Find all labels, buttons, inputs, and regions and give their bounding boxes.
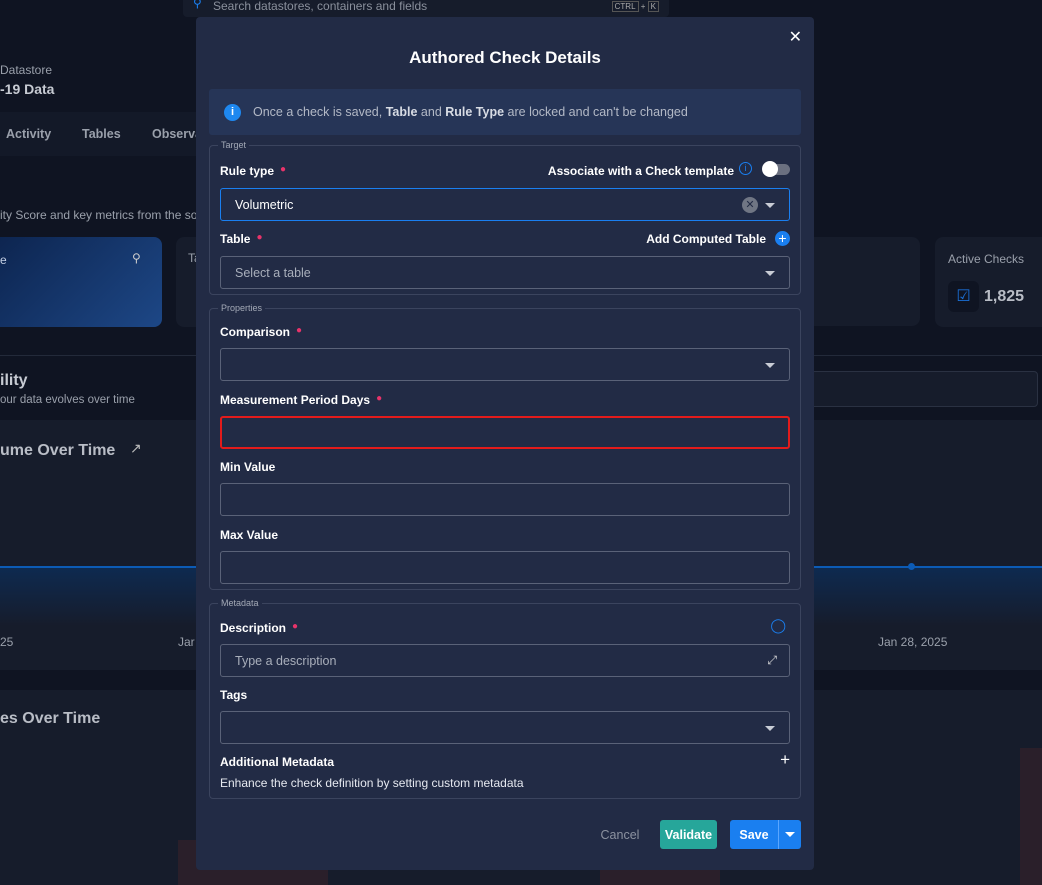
add-metadata-icon[interactable]: + [780,750,790,770]
cancel-button[interactable]: Cancel [594,820,646,849]
shortcut-hint: CTRL + K [611,0,659,13]
tab-tables[interactable]: Tables [82,127,121,141]
chevron-down-icon [765,271,775,276]
comparison-select[interactable] [220,348,790,381]
chevron-down-icon [785,832,795,837]
clear-icon[interactable]: ✕ [742,197,758,213]
add-computed-table-link[interactable]: Add Computed Table [646,232,766,246]
max-value-input[interactable] [220,551,790,584]
description-input[interactable]: Type a description ⤢ [220,644,790,677]
save-options-button[interactable] [778,820,801,849]
search-icon[interactable]: ⚲ [132,251,141,265]
target-section: Target Rule type ● Associate with a Check… [209,140,801,295]
section-title: ility [0,372,28,389]
dialog-title: Authored Check Details [409,48,601,67]
chevron-down-icon [765,726,775,731]
min-value-input[interactable] [220,483,790,516]
close-icon[interactable]: ✕ [789,27,802,47]
template-label: Associate with a Check template [547,164,734,178]
chevron-down-icon [765,363,775,368]
section-subtitle: our data evolves over time [0,394,135,406]
global-search[interactable]: ⚲ Search datastores, containers and fiel… [183,0,669,17]
table-select[interactable]: Select a table [220,256,790,289]
add-icon[interactable]: + [775,231,790,246]
info-banner: i Once a check is saved, Table and Rule … [209,89,801,135]
info-icon[interactable]: i [739,162,752,175]
overview-subtitle: ity Score and key metrics from the so [0,208,198,222]
search-icon: ⚲ [193,0,202,10]
check-template-toggle[interactable] [762,161,790,177]
chart-point [908,563,915,570]
save-button[interactable]: Save [730,820,778,849]
tab-observability[interactable]: Observa [152,127,202,141]
properties-section: Properties Comparison ● Measurement Perio… [209,303,801,590]
lightbulb-icon[interactable]: ◯ [770,617,786,634]
info-icon: i [224,103,241,121]
external-link-icon[interactable]: ↗ [130,440,142,457]
datastore-label: Datastore [0,63,53,77]
quality-score-card: e ⚲ [0,237,162,327]
search-placeholder: Search datastores, containers and fields [213,0,428,13]
validate-button[interactable]: Validate [660,820,717,849]
additional-metadata-description: Enhance the check definition by setting … [220,776,524,790]
rule-type-select[interactable]: Volumetric ✕ [220,188,790,221]
checks-icon: ☑ [948,281,979,312]
metadata-section: Metadata Description ● ◯ Type a descripti… [209,598,801,799]
tab-activity[interactable]: Activity [6,127,51,141]
active-checks-card: Active Checks ☑ 1,825 [935,237,1042,327]
authored-check-details-dialog: Authored Check Details ✕ i Once a check … [196,17,814,870]
datastore-name: -19 Data [0,81,55,97]
tags-select[interactable] [220,711,790,744]
chevron-down-icon [765,203,775,208]
expand-icon[interactable]: ⤢ [767,653,777,668]
measurement-period-days-input[interactable] [220,416,790,449]
